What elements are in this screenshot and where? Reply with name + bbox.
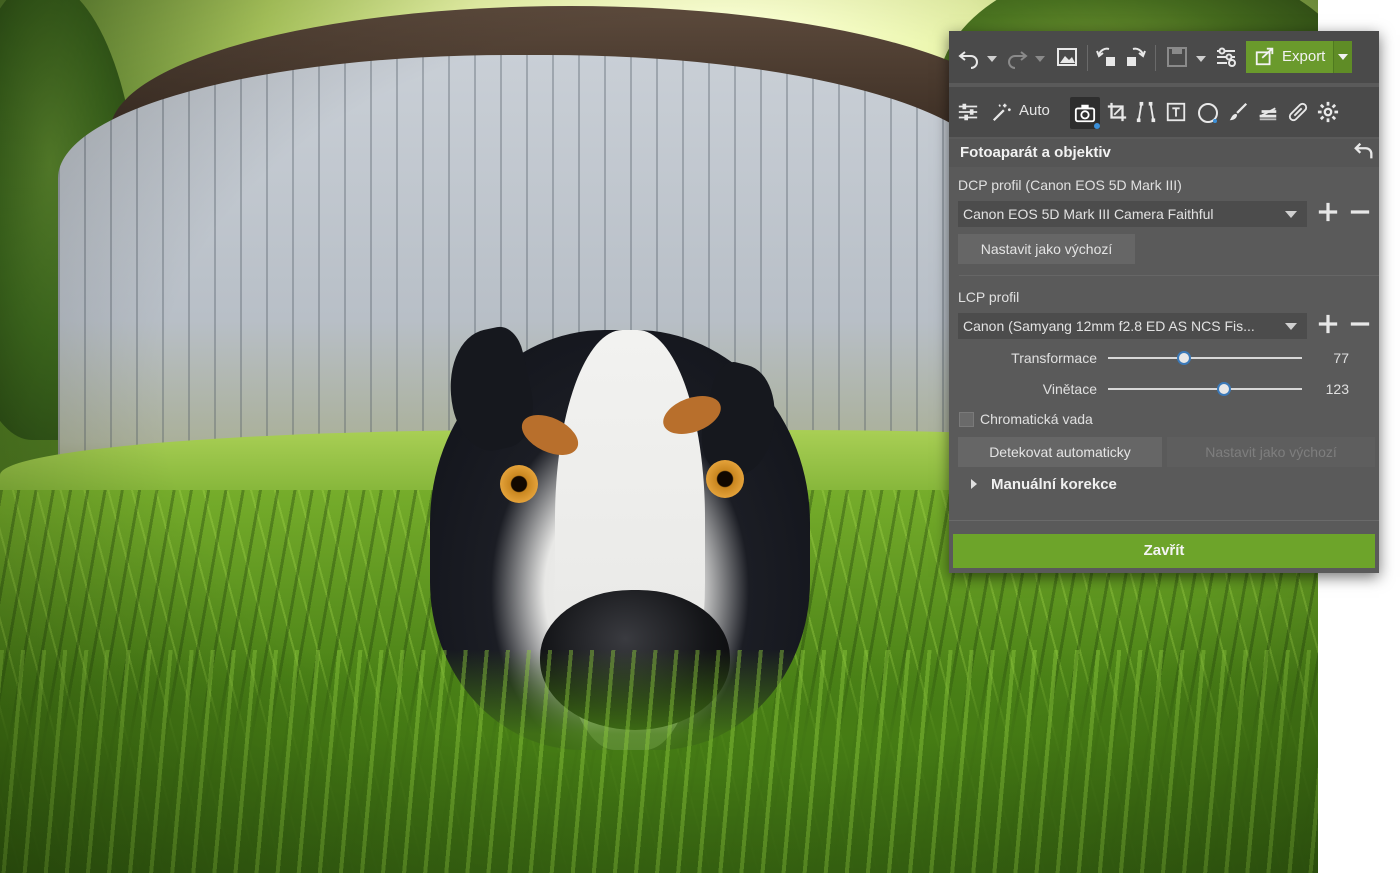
footer-divider bbox=[949, 520, 1379, 521]
vinetace-slider-track[interactable] bbox=[1108, 388, 1302, 390]
chevron-down-icon bbox=[1285, 211, 1297, 218]
circle-icon[interactable] bbox=[1196, 101, 1220, 125]
vinetace-label: Vinětace bbox=[1042, 381, 1097, 397]
lcp-remove-button[interactable] bbox=[1349, 313, 1371, 339]
export-dropdown-icon bbox=[1338, 54, 1348, 60]
manual-corrections-toggle[interactable]: Manuální korekce bbox=[991, 476, 1117, 493]
redo-dropdown-icon[interactable] bbox=[1035, 56, 1045, 62]
active-indicator-dot bbox=[1094, 123, 1100, 129]
lcp-profile-select[interactable]: Canon (Samyang 12mm f2.8 ED AS NCS Fis..… bbox=[958, 313, 1307, 339]
export-label: Export bbox=[1282, 48, 1326, 65]
bandage-icon[interactable] bbox=[1287, 101, 1309, 123]
camera-icon bbox=[1074, 102, 1096, 124]
toolbar-separator bbox=[1087, 45, 1088, 71]
save-dropdown-icon[interactable] bbox=[1196, 56, 1206, 62]
rotate-left-icon[interactable] bbox=[1095, 45, 1119, 69]
export-icon bbox=[1254, 45, 1276, 79]
main-toolbar: Export bbox=[949, 31, 1379, 83]
chromatic-aberration-label: Chromatická vada bbox=[980, 411, 1093, 427]
lcp-add-button[interactable] bbox=[1317, 313, 1339, 339]
perspective-icon[interactable] bbox=[1135, 101, 1157, 123]
transformace-slider-track[interactable] bbox=[1108, 357, 1302, 359]
chevron-down-icon bbox=[1285, 323, 1297, 330]
brush-icon[interactable] bbox=[1227, 101, 1249, 123]
vinetace-slider-handle[interactable] bbox=[1217, 382, 1232, 396]
dcp-remove-button[interactable] bbox=[1349, 201, 1371, 227]
vinetace-value[interactable]: 123 bbox=[1309, 381, 1349, 397]
dcp-profile-value: Canon EOS 5D Mark III Camera Faithful bbox=[963, 206, 1214, 222]
transformace-slider-handle[interactable] bbox=[1176, 351, 1191, 365]
gradient-icon[interactable] bbox=[1257, 101, 1279, 123]
image-icon[interactable] bbox=[1055, 45, 1079, 69]
adjust-sliders-icon[interactable] bbox=[957, 101, 979, 123]
dcp-set-default-button[interactable]: Nastavit jako výchozí bbox=[958, 234, 1135, 264]
lcp-set-default-button[interactable]: Nastavit jako výchozí bbox=[1167, 437, 1375, 467]
transformace-value[interactable]: 77 bbox=[1309, 350, 1349, 366]
section-divider bbox=[959, 275, 1379, 276]
tools-toolbar bbox=[949, 87, 1379, 137]
dcp-profile-select[interactable]: Canon EOS 5D Mark III Camera Faithful bbox=[958, 201, 1307, 227]
auto-button[interactable]: Auto bbox=[1019, 102, 1050, 119]
expand-triangle-icon[interactable] bbox=[971, 479, 977, 489]
gear-icon[interactable] bbox=[1317, 101, 1339, 123]
export-dropdown-button[interactable] bbox=[1333, 41, 1352, 73]
crop-icon[interactable] bbox=[1106, 101, 1128, 123]
dcp-add-button[interactable] bbox=[1317, 201, 1339, 227]
lcp-profile-label: LCP profil bbox=[958, 289, 1020, 305]
close-button[interactable]: Zavřít bbox=[953, 534, 1375, 568]
lcp-profile-value: Canon (Samyang 12mm f2.8 ED AS NCS Fis..… bbox=[963, 318, 1255, 334]
undo-dropdown-icon[interactable] bbox=[987, 56, 997, 62]
section-title: Fotoaparát a objektiv bbox=[960, 144, 1111, 161]
reset-arrow-icon[interactable] bbox=[1353, 140, 1375, 162]
chromatic-aberration-checkbox[interactable] bbox=[959, 412, 974, 427]
settings-sliders-icon[interactable] bbox=[1214, 45, 1238, 69]
undo-icon[interactable] bbox=[957, 45, 981, 69]
camera-lens-panel: Export Auto Fotoaparát a objektiv DCP pr… bbox=[949, 31, 1379, 573]
toolbar-separator bbox=[1155, 45, 1156, 71]
rotate-right-icon[interactable] bbox=[1123, 45, 1147, 69]
text-frame-icon[interactable] bbox=[1165, 101, 1187, 123]
magic-wand-icon[interactable] bbox=[991, 101, 1013, 123]
save-icon[interactable] bbox=[1165, 45, 1189, 69]
redo-icon[interactable] bbox=[1005, 45, 1029, 69]
transformace-label: Transformace bbox=[1011, 350, 1097, 366]
detect-automatically-button[interactable]: Detekovat automaticky bbox=[958, 437, 1162, 467]
dcp-profile-label: DCP profil (Canon EOS 5D Mark III) bbox=[958, 177, 1182, 193]
